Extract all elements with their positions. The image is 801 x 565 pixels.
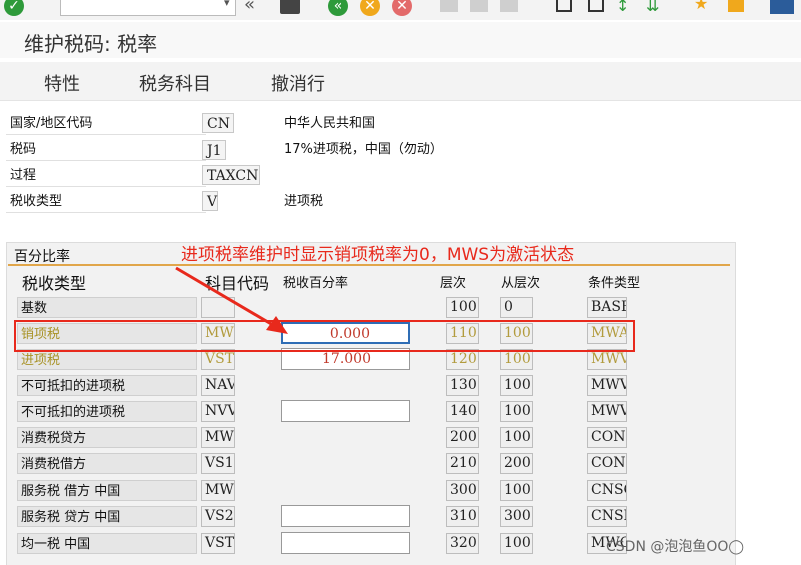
country-desc: 中华人民共和国 <box>284 116 376 131</box>
row-level: 120 <box>446 349 479 370</box>
row-label: 服务税 借方 中国 <box>17 480 197 501</box>
row-from-level: 100 <box>500 401 533 422</box>
row-cond-type: COND <box>587 453 627 474</box>
tax-type-desc: 进项税 <box>284 194 324 209</box>
undo-line-button[interactable]: 撤消行 <box>271 70 325 96</box>
check-icon[interactable]: ✓ <box>4 0 24 16</box>
row-level: 210 <box>446 453 479 474</box>
row-cond-type: CNSC <box>587 480 627 501</box>
red-cancel-icon[interactable]: ✕ <box>392 0 412 16</box>
row-level: 100 <box>446 297 479 318</box>
row-cond-type: CNSD <box>587 506 627 527</box>
green-back-icon[interactable]: « <box>328 0 348 16</box>
row-from-level: 100 <box>500 375 533 396</box>
row-account: VS1 <box>201 453 235 474</box>
find-icon[interactable] <box>470 0 488 12</box>
col-cond-type: 条件类型 <box>588 276 641 291</box>
procedure-field[interactable]: TAXCN <box>202 165 260 185</box>
row-account: VST <box>201 533 235 554</box>
row-cond-type: MWVS <box>587 349 627 370</box>
procedure-label: 过程 <box>6 166 206 187</box>
tax-type-field[interactable]: V <box>202 191 218 211</box>
row-from-level: 300 <box>500 506 533 527</box>
last-page-icon[interactable]: ⇊ <box>646 0 659 15</box>
annotation-arrow-icon <box>175 266 288 334</box>
highlight-box <box>14 320 635 352</box>
page-title: 维护税码: 税率 <box>24 32 158 56</box>
row-account: VST <box>201 349 235 370</box>
help-icon[interactable] <box>728 0 744 12</box>
row-level: 140 <box>446 401 479 422</box>
row-account: MW1 <box>201 427 235 448</box>
country-label: 国家/地区代码 <box>6 114 206 135</box>
row-from-level: 200 <box>500 453 533 474</box>
row-label: 均一税 中国 <box>17 533 197 554</box>
command-dropdown-icon[interactable]: ▾ <box>224 0 230 9</box>
application-toolbar-nav <box>0 62 801 101</box>
row-from-level: 0 <box>500 297 533 318</box>
tax-code-label: 税码 <box>6 140 206 161</box>
save-icon[interactable] <box>280 0 300 14</box>
row-label: 不可抵扣的进项税 <box>17 375 197 396</box>
row-label: 消费税借方 <box>17 453 197 474</box>
watermark: CSDN @泡泡鱼OO◯ <box>606 539 745 555</box>
row-from-level: 100 <box>500 427 533 448</box>
tax-code-desc: 17%进项税，中国（勿动） <box>284 142 443 157</box>
percent-input[interactable] <box>281 400 410 422</box>
properties-button[interactable]: 特性 <box>44 70 80 96</box>
group-title: 百分比率 <box>14 249 70 265</box>
row-label: 不可抵扣的进项税 <box>17 401 197 422</box>
col-tax-type: 税收类型 <box>22 274 87 293</box>
row-level: 320 <box>446 533 479 554</box>
row-level: 130 <box>446 375 479 396</box>
col-level: 层次 <box>440 276 467 291</box>
print-icon[interactable] <box>440 0 458 12</box>
row-cond-type: MWVN <box>587 375 627 396</box>
row-cond-type: MWVZ <box>587 401 627 422</box>
window-icon[interactable] <box>770 0 794 14</box>
row-cond-type: CONC <box>587 427 627 448</box>
row-level: 200 <box>446 427 479 448</box>
row-label: 进项税 <box>17 349 197 370</box>
row-cond-type: BASB <box>587 297 627 318</box>
row-account: NVV <box>201 401 235 422</box>
bookmark-icon[interactable]: ★ <box>694 0 708 13</box>
row-account: NAV <box>201 375 235 396</box>
tax-type-label: 税收类型 <box>6 192 206 213</box>
command-field[interactable] <box>60 0 236 16</box>
tax-accounts-button[interactable]: 税务科目 <box>139 70 211 96</box>
col-from-level: 从层次 <box>501 276 541 291</box>
row-from-level: 100 <box>500 480 533 501</box>
row-level: 310 <box>446 506 479 527</box>
row-from-level: 100 <box>500 533 533 554</box>
first-page-icon[interactable] <box>556 0 572 12</box>
next-page-icon[interactable]: ↕ <box>616 0 629 15</box>
prev-page-icon[interactable] <box>588 0 604 12</box>
row-account: MW2 <box>201 480 235 501</box>
row-label: 服务税 贷方 中国 <box>17 506 197 527</box>
application-toolbar: ✓ ▾ « « ✕ ✕ ↕ ⇊ ★ <box>0 0 801 20</box>
country-field[interactable]: CN <box>202 113 234 133</box>
row-account: VS2 <box>201 506 235 527</box>
find-next-icon[interactable] <box>500 0 518 12</box>
percent-input[interactable] <box>281 505 410 527</box>
percent-input[interactable] <box>281 532 410 554</box>
row-from-level: 100 <box>500 349 533 370</box>
nav-back-icon[interactable]: « <box>244 0 255 15</box>
tax-code-field[interactable]: J1 <box>202 140 226 160</box>
yellow-exit-icon[interactable]: ✕ <box>360 0 380 16</box>
row-level: 300 <box>446 480 479 501</box>
row-label: 消费税贷方 <box>17 427 197 448</box>
